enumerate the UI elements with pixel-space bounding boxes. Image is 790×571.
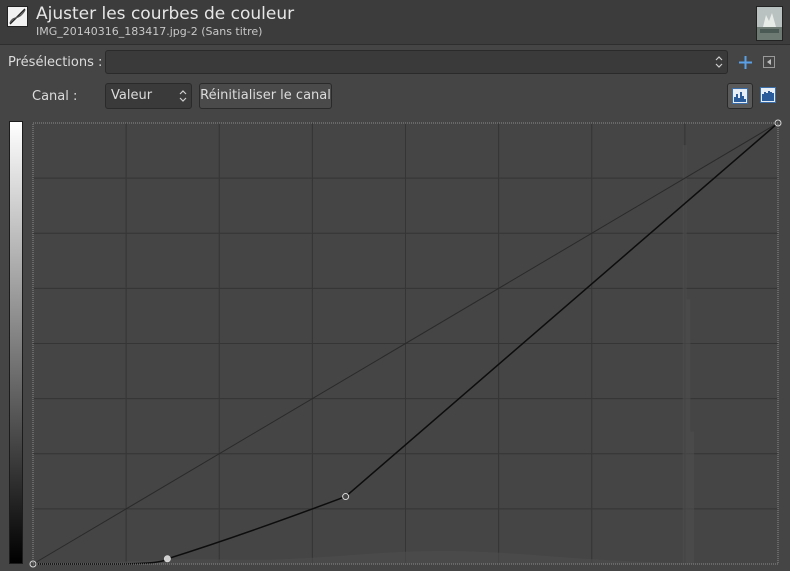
chevron-updown-icon — [179, 90, 187, 102]
channel-label: Canal : — [32, 89, 78, 104]
reset-channel-button[interactable]: Réinitialiser le canal — [199, 83, 332, 109]
curve-control-point[interactable] — [342, 493, 350, 501]
dialog-subtitle: IMG_20140316_183417.jpg-2 (Sans titre) — [36, 25, 263, 38]
presets-combo[interactable] — [105, 50, 728, 74]
plus-icon[interactable] — [738, 55, 753, 70]
histogram-bar — [690, 431, 695, 564]
linear-histogram-icon — [732, 88, 748, 104]
menu-arrow-icon[interactable] — [763, 56, 775, 68]
output-gradient-bar — [9, 121, 23, 564]
channel-value: Valeur — [111, 88, 153, 103]
presets-label: Présélections : — [8, 55, 103, 70]
logarithmic-histogram-button[interactable] — [756, 83, 782, 109]
dialog-header: Ajuster les courbes de couleur IMG_20140… — [0, 0, 790, 45]
curves-tool-icon — [7, 6, 28, 27]
histogram-bar — [682, 145, 687, 565]
chevron-updown-icon — [715, 56, 723, 68]
image-thumbnail — [756, 6, 783, 41]
linear-histogram-button[interactable] — [727, 83, 753, 109]
curve-control-point[interactable] — [163, 555, 171, 563]
logarithmic-histogram-icon — [760, 87, 776, 103]
histogram-bar — [686, 299, 691, 564]
curve-graph[interactable] — [29, 119, 782, 568]
dialog-title: Ajuster les courbes de couleur — [36, 4, 295, 24]
channel-combo[interactable]: Valeur — [105, 83, 192, 109]
